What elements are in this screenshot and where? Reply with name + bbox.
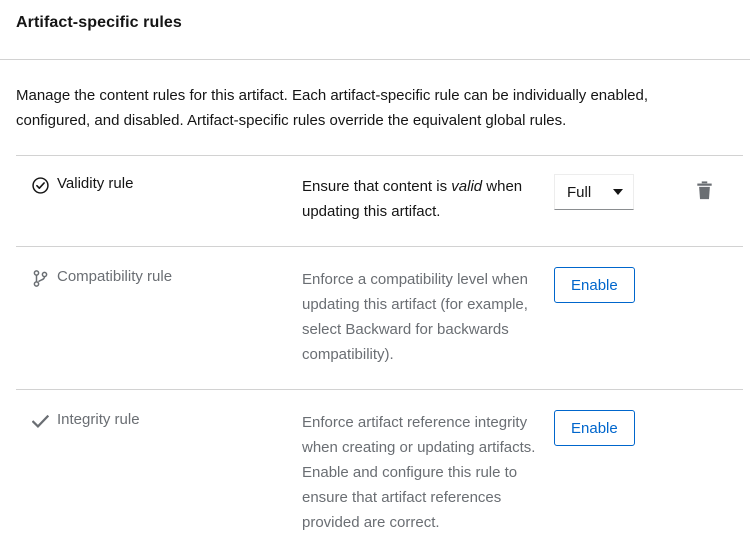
rule-description-prefix: Ensure that content is [302,178,452,195]
validity-level-select[interactable]: Full [554,174,635,210]
rule-row: Compatibility rule Enforce a compatibili… [16,246,743,389]
caret-down-icon [613,189,624,195]
page-description: Manage the content rules for this artifa… [16,87,649,129]
trash-icon [696,181,713,203]
rule-label: Validity rule [57,175,134,192]
artifact-rules-page: Artifact-specific rules Manage the conte… [0,0,750,541]
rules-list: Validity rule Ensure that content is val… [0,155,750,557]
page-header: Artifact-specific rules [0,0,750,59]
check-icon [31,411,49,431]
rule-name-compatibility: Compatibility rule [16,267,302,288]
validity-level-value: Full [567,183,592,201]
rule-description-integrity: Enforce artifact reference integrity whe… [302,414,536,531]
rule-name-integrity: Integrity rule [16,410,302,431]
rule-actions-validity: Full [554,174,743,210]
rule-description-compatibility: Enforce a compatibility level when updat… [302,271,528,363]
rule-description-emphasis: valid [451,178,483,195]
rule-actions-integrity: Enable [554,410,743,446]
rule-label: Compatibility rule [57,268,173,285]
header-divider [0,59,750,60]
rule-description-validity: Ensure that content is valid when updati… [302,174,554,224]
rule-name-validity: Validity rule [16,174,302,195]
rule-row: Integrity rule Enforce artifact referenc… [16,389,743,557]
enable-integrity-rule-button[interactable]: Enable [554,410,635,446]
rule-row: Validity rule Ensure that content is val… [16,155,743,246]
check-circle-icon [31,175,49,195]
enable-compatibility-rule-button[interactable]: Enable [554,267,635,303]
rule-label: Integrity rule [57,411,140,428]
page-title: Artifact-specific rules [16,14,182,31]
delete-validity-rule-button[interactable] [686,174,722,210]
code-branch-icon [31,268,49,288]
rule-actions-compatibility: Enable [554,267,743,303]
